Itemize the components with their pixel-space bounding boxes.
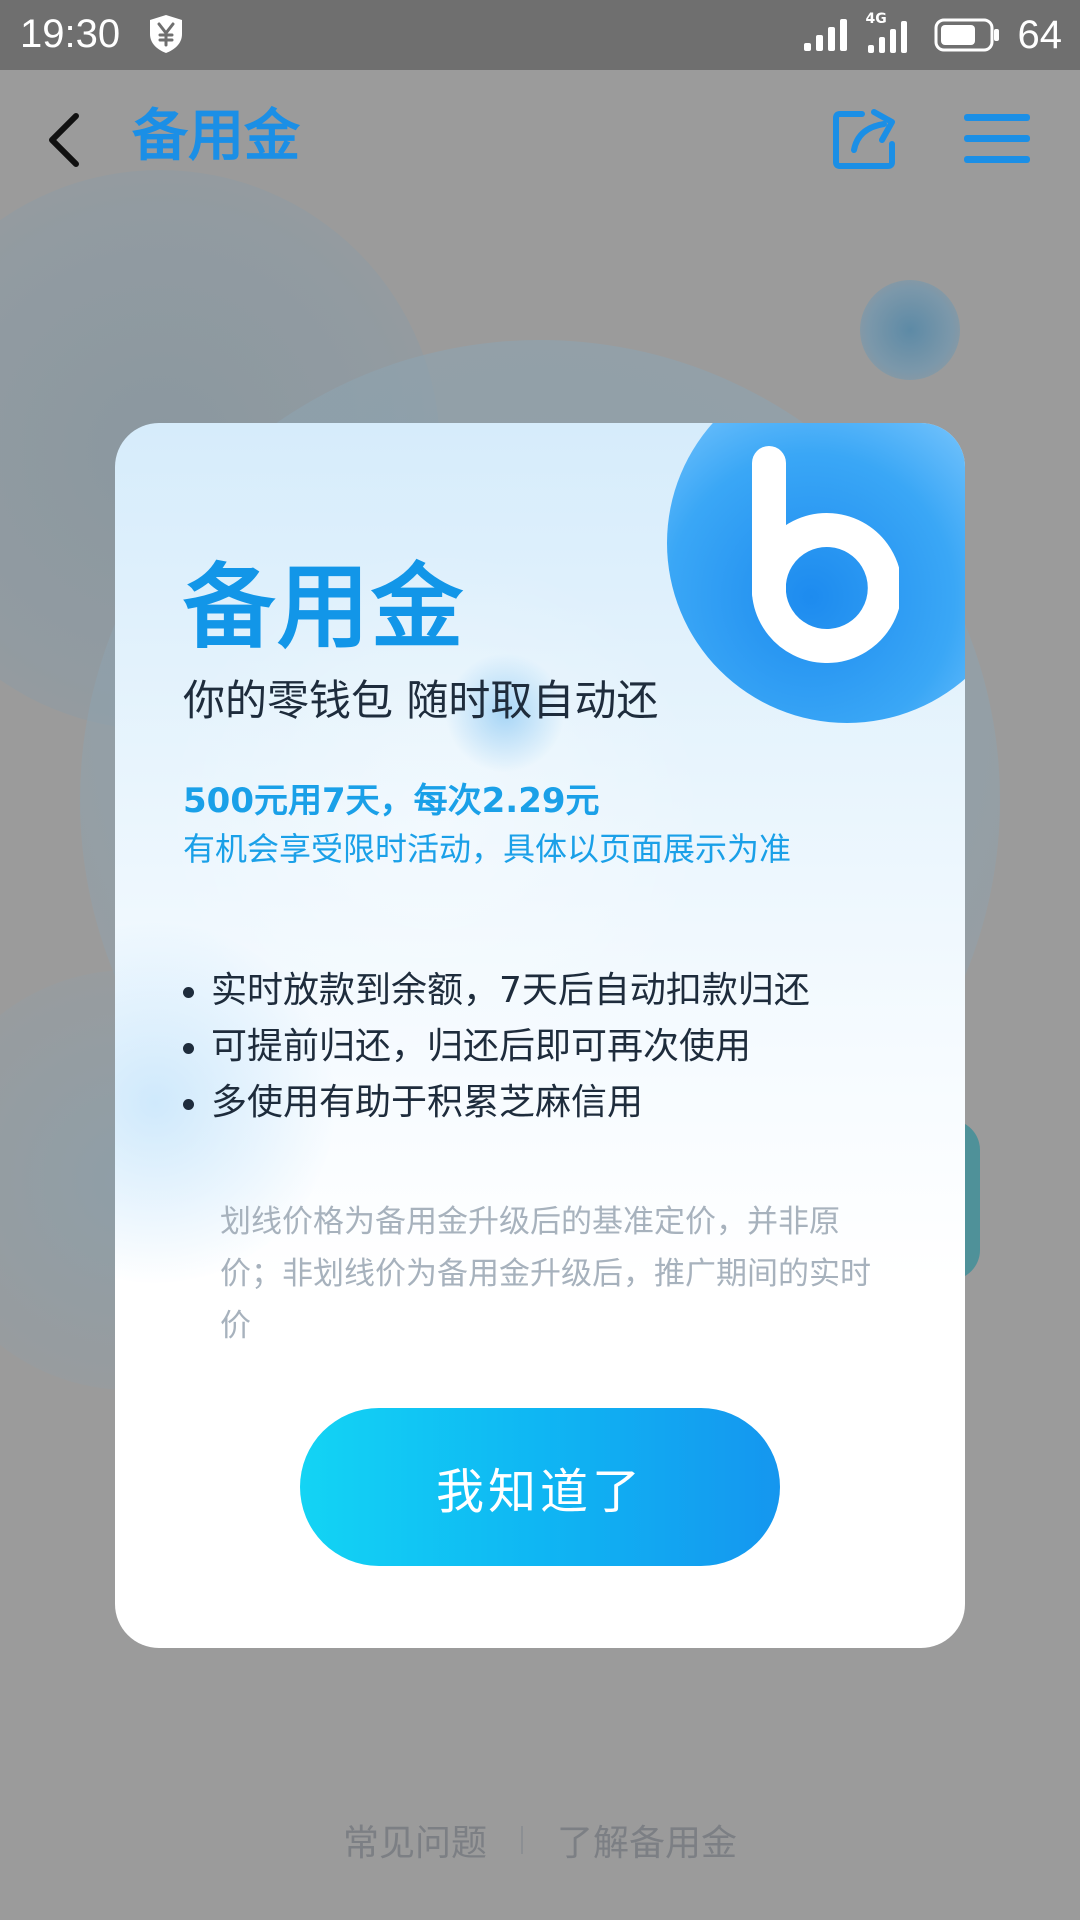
- promo-price: 500元用7天，每次2.29元: [183, 781, 600, 821]
- bullet-dot: [183, 1099, 194, 1110]
- modal-overlay: 备用金 你的零钱包 随时取自动还 500元用7天，每次2.29元 有机会享受限时…: [0, 0, 1080, 1920]
- list-item: 可提前归还，归还后即可再次使用: [183, 1019, 810, 1075]
- bullet-dot: [183, 987, 194, 998]
- info-modal: 备用金 你的零钱包 随时取自动还 500元用7天，每次2.29元 有机会享受限时…: [115, 423, 965, 1648]
- b-logo-icon: [752, 446, 899, 663]
- got-it-button[interactable]: 我知道了: [300, 1408, 780, 1566]
- modal-title: 备用金: [183, 554, 466, 661]
- modal-subtitle: 你的零钱包 随时取自动还: [183, 676, 659, 725]
- feature-text: 多使用有助于积累芝麻信用: [211, 1082, 644, 1123]
- feature-text: 实时放款到余额，7天后自动扣款归还: [211, 970, 810, 1011]
- feature-list: 实时放款到余额，7天后自动扣款归还 可提前归还，归还后即可再次使用 多使用有助于…: [183, 963, 810, 1131]
- bullet-dot: [183, 1043, 194, 1054]
- logo-badge: [667, 423, 965, 723]
- feature-text: 可提前归还，归还后即可再次使用: [211, 1026, 752, 1067]
- list-item: 实时放款到余额，7天后自动扣款归还: [183, 963, 810, 1019]
- pricing-disclaimer: 划线价格为备用金升级后的基准定价，并非原价；非划线价为备用金升级后，推广期间的实…: [220, 1204, 871, 1344]
- list-item: 多使用有助于积累芝麻信用: [183, 1075, 810, 1131]
- promo-note: 有机会享受限时活动，具体以页面展示为准: [183, 830, 792, 868]
